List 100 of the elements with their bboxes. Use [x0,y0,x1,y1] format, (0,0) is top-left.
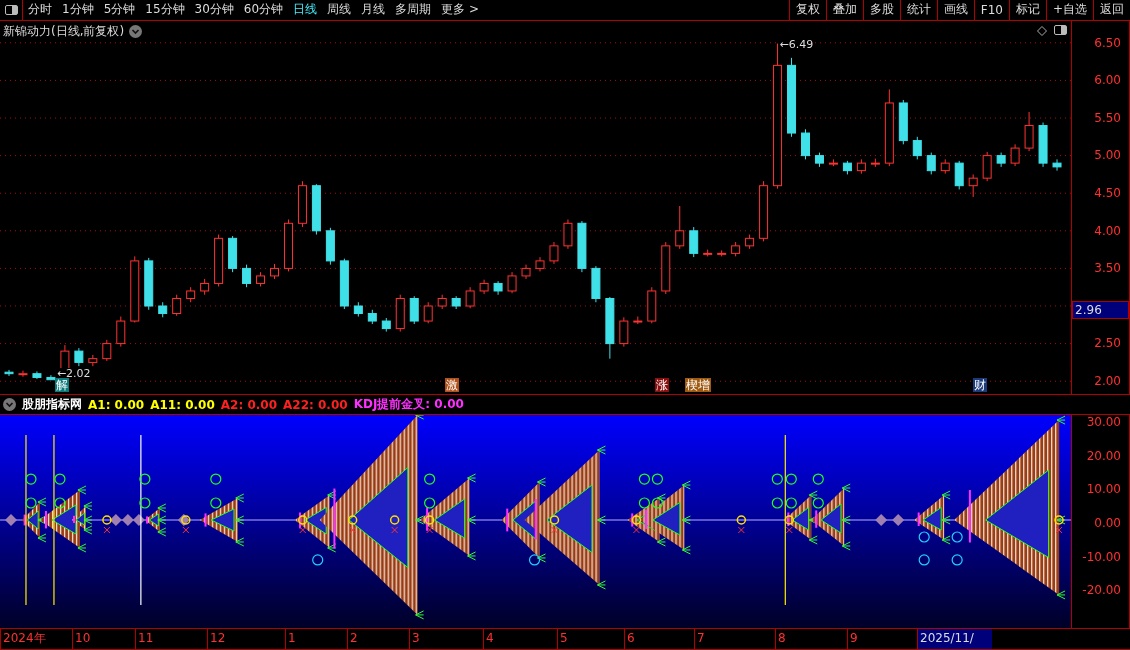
candle [703,248,713,257]
candle [214,233,224,287]
candle [4,369,14,377]
event-tag[interactable]: 解 [55,378,69,393]
axis-label: 10.00 [1086,482,1121,497]
candle [130,255,140,323]
period-tab[interactable]: 更多 > [436,0,484,20]
candle [521,264,531,280]
toolbar-button[interactable]: 标记 [1008,0,1046,20]
period-tab[interactable]: 多周期 [390,0,437,20]
price-annotation: ←2.02 [56,367,91,379]
candle [172,294,182,317]
date-label: 7 [694,629,775,649]
candle [814,151,824,168]
candle [1010,143,1020,167]
legend-item: A1: 0.00 [88,397,145,412]
period-tab[interactable]: 30分钟 [189,0,239,20]
legend-item: 股朋指标网 [22,396,82,414]
period-tab[interactable]: 日线 [288,0,323,20]
candle [675,205,685,250]
candle [661,241,671,295]
event-tag[interactable]: 财 [973,378,987,393]
dropdown-icon[interactable] [129,24,143,38]
axis-label: 0.00 [1094,515,1121,530]
axis-label: 5.00 [1094,147,1121,164]
candle [200,278,210,296]
candle [256,271,266,287]
candle [46,374,56,381]
period-tab[interactable]: 周线 [322,0,357,20]
toolbar-button[interactable]: F10 [973,0,1009,20]
candle [493,280,503,296]
date-label: 12 [207,629,285,649]
date-label: 8 [775,629,847,649]
toolbar-button[interactable]: 返回 [1093,0,1130,20]
toolbar-button[interactable]: 叠加 [825,0,863,20]
period-tab[interactable]: 5分钟 [98,0,141,20]
candle [74,347,84,367]
event-tag[interactable]: 涨 [655,378,669,393]
date-label: 2025/11/ [917,629,992,649]
candle [32,370,42,380]
candle [465,286,475,309]
candle [144,257,154,311]
period-tab[interactable]: 月线 [356,0,391,20]
candle [451,295,461,310]
candle [898,99,908,145]
candle [940,158,950,174]
date-label: 2 [347,629,409,649]
axis-label: 20.00 [1086,448,1121,463]
candle [395,294,405,332]
candle [731,241,741,257]
legend-item: A2: 0.00 [220,397,278,412]
toolbar-button[interactable]: 统计 [899,0,937,20]
period-tab[interactable]: 60分钟 [238,0,289,20]
candle [842,160,852,175]
candle [186,286,196,303]
axis-label: 5.50 [1094,109,1121,126]
candle [619,316,629,347]
panel-toggle-icon[interactable] [1053,23,1068,36]
candle [311,183,321,235]
legend-item: A22: 0.00 [283,397,348,412]
axis-label: 4.50 [1094,185,1121,202]
candle [745,233,755,250]
period-tab[interactable]: 15分钟 [140,0,190,20]
candle [801,128,810,160]
axis-label: 2.50 [1094,335,1121,352]
candle [759,180,769,242]
axis-label: 2.00 [1094,373,1121,390]
candle [381,317,391,332]
candle [870,158,880,168]
candle [647,286,657,324]
candle [996,151,1006,168]
event-tag[interactable]: 楔增 [685,378,711,393]
candle [856,158,866,174]
axis-label: 4.00 [1094,222,1121,239]
toolbar-button[interactable]: 多股 [862,0,900,20]
candle [968,173,978,198]
candle [605,296,615,359]
diamond-icon[interactable] [1037,25,1048,36]
candle [1038,121,1048,168]
toolbar-button[interactable]: 复权 [788,0,826,20]
candle [325,227,335,265]
date-label: 10 [72,629,135,649]
toolbar-button[interactable]: +自选 [1045,0,1093,20]
axis-label: -10.00 [1082,549,1121,564]
dropdown-icon[interactable] [3,398,16,412]
candle [88,354,98,367]
toolbar-button[interactable]: 画线 [936,0,974,20]
period-tab[interactable]: 1分钟 [57,0,99,20]
axis-label: -20.00 [1082,583,1121,598]
candle [535,256,545,272]
candle [297,180,307,228]
date-label: 4 [483,629,557,649]
candle [926,151,936,175]
event-tag[interactable]: 激 [445,378,459,393]
candle [353,301,363,317]
candle [228,235,238,273]
candle [563,218,573,250]
candle [1024,111,1034,152]
period-tab[interactable]: 分时 [23,0,57,20]
candle [437,294,447,310]
